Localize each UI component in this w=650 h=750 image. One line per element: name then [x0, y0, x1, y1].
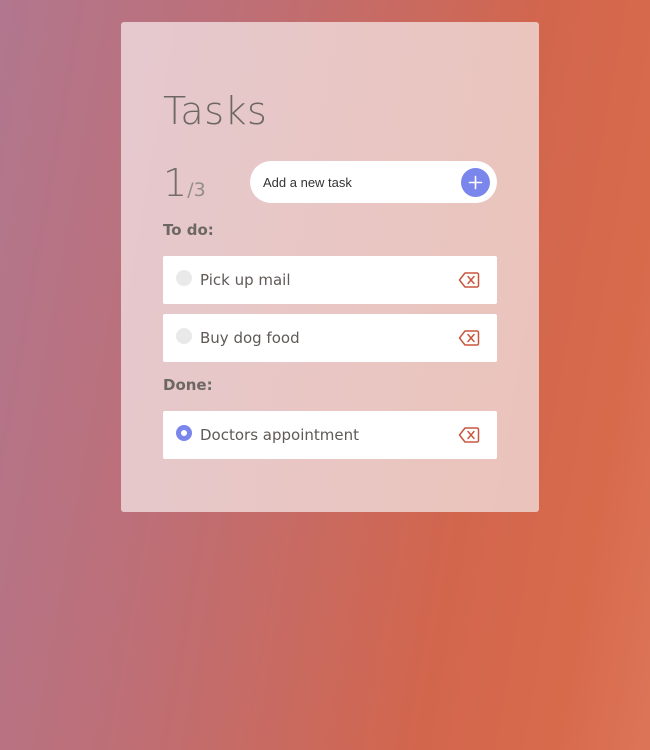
completed-count: 1 [163, 161, 188, 205]
radio-circle-icon[interactable] [176, 328, 192, 344]
task-item: Pick up mail [163, 256, 497, 304]
task-label: Doctors appointment [200, 426, 359, 444]
task-item: Buy dog food [163, 314, 497, 362]
new-task-input[interactable] [263, 161, 453, 203]
done-section-label: Done: [163, 376, 213, 394]
backspace-delete-icon [458, 272, 480, 288]
radio-circle-icon[interactable] [176, 270, 192, 286]
radio-circle-icon[interactable] [176, 425, 192, 441]
delete-task-button[interactable] [458, 271, 480, 289]
plus-icon [461, 168, 490, 197]
backspace-delete-icon [458, 330, 480, 346]
task-card: Tasks 1/3 To do: Pick up mail [121, 22, 539, 512]
add-task-button[interactable] [461, 168, 490, 197]
delete-task-button[interactable] [458, 426, 480, 444]
delete-task-button[interactable] [458, 329, 480, 347]
task-label: Buy dog food [200, 329, 300, 347]
task-counter: 1/3 [163, 160, 206, 206]
add-task-form [250, 161, 497, 203]
page-title: Tasks [163, 89, 268, 133]
task-label: Pick up mail [200, 271, 291, 289]
task-item: Doctors appointment [163, 411, 497, 459]
todo-section-label: To do: [163, 221, 214, 239]
backspace-delete-icon [458, 427, 480, 443]
total-count: 3 [193, 179, 206, 201]
